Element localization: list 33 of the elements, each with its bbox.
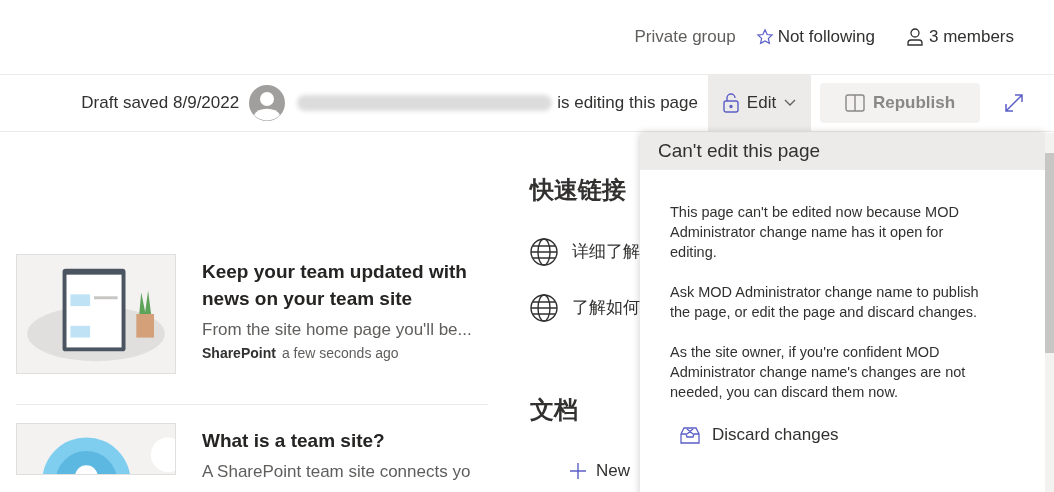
- privacy-label: Private group: [634, 26, 736, 49]
- star-icon: [755, 28, 774, 46]
- news-time: a few seconds ago: [281, 343, 399, 363]
- discard-button[interactable]: Discard changes: [680, 422, 839, 448]
- globe-icon: [530, 294, 558, 322]
- person-icon: [906, 28, 923, 46]
- editing-status: is editing this page: [557, 92, 698, 115]
- globe-icon: [530, 238, 558, 266]
- new-button[interactable]: New: [570, 458, 640, 484]
- chevron-down-icon: [784, 99, 797, 107]
- panel-text: Ask MOD Administrator change name to publish the page, or edit the page and discard changes.: [670, 283, 980, 322]
- panel-text: As the site owner, if you're confident MOD Administrator change name's changes are not needed, you can discard them now.: [670, 343, 967, 402]
- news-description: A SharePoint team site connects yo: [202, 461, 471, 483]
- news-source: SharePoint: [202, 343, 276, 363]
- edit-button[interactable]: Edit: [708, 74, 811, 132]
- expand-icon[interactable]: [1004, 93, 1024, 113]
- section-heading: 快速链接: [530, 175, 627, 205]
- scrollbar-thumb[interactable]: [1045, 153, 1054, 353]
- quick-link[interactable]: 详细了解: [530, 238, 640, 266]
- members-button[interactable]: 3 members: [906, 24, 1014, 50]
- draft-status: Draft saved 8/9/2022: [81, 92, 240, 115]
- inbox-icon: [680, 425, 700, 444]
- avatar-icon: [249, 85, 286, 121]
- news-description: From the site home page you'll be...: [202, 319, 473, 341]
- section-heading: 文档: [530, 395, 579, 425]
- news-title[interactable]: What is a team site?: [202, 427, 471, 454]
- news-title[interactable]: Keep your team updated with news on your team site: [202, 258, 488, 312]
- plus-icon: [570, 462, 586, 479]
- follow-button[interactable]: Not following: [755, 24, 875, 50]
- quick-link[interactable]: 了解如何: [530, 294, 640, 322]
- panel-title: Can't edit this page: [658, 139, 821, 164]
- unlock-icon: [722, 93, 739, 113]
- panel-text: This page can't be edited now because MOD Administrator change name has it open for editing.: [670, 203, 960, 262]
